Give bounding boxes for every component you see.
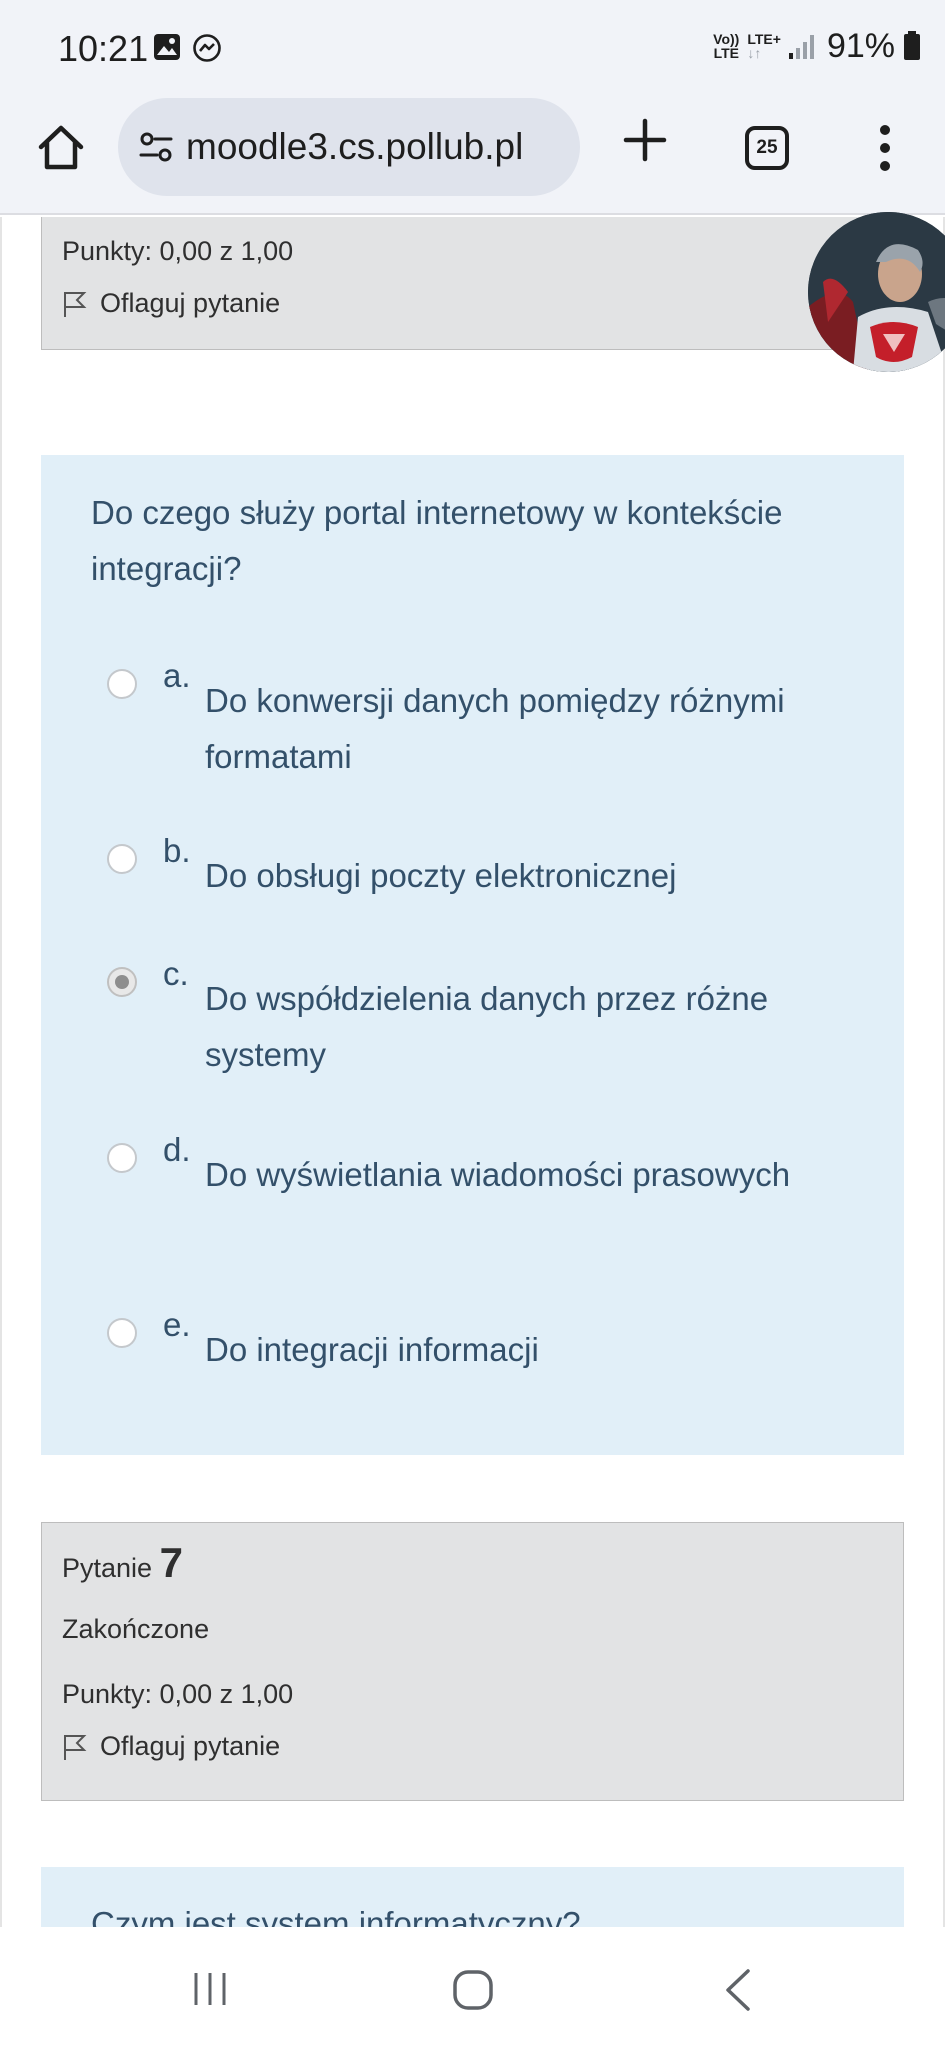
points-text: Punkty: 0,00 z 1,00 <box>62 236 294 266</box>
next-question-text: Czym jest system informatyczny? <box>91 1905 581 1927</box>
question-label: Pytanie <box>62 1553 153 1583</box>
tab-switcher-button[interactable]: 25 <box>745 126 789 170</box>
new-tab-icon[interactable] <box>620 115 670 165</box>
battery-icon <box>904 31 920 60</box>
url-text[interactable]: moodle3.cs.pollub.pl <box>186 126 523 168</box>
flag-question-link[interactable]: Oflaguj pytanie <box>62 288 280 319</box>
flag-icon <box>64 291 87 317</box>
lte-plus-indicator: LTE+ ↓↑ <box>747 31 781 61</box>
answer-text[interactable]: Do współdzielenia danych przez różne sys… <box>205 971 865 1083</box>
answer-text[interactable]: Do integracji informacji <box>205 1322 865 1378</box>
recent-apps-icon[interactable] <box>190 1969 230 2009</box>
answer-radio-b[interactable] <box>107 844 137 874</box>
site-settings-icon[interactable] <box>138 129 174 165</box>
status-time: 10:21 <box>58 28 149 69</box>
next-question-content: Czym jest system informatyczny? <box>41 1867 904 1927</box>
gallery-notification-icon <box>154 34 180 60</box>
flag-icon <box>64 1734 87 1760</box>
home-icon[interactable] <box>36 123 86 173</box>
system-navigation-bar <box>0 1927 945 2048</box>
answer-text[interactable]: Do konwersji danych pomiędzy różnymi for… <box>205 673 865 785</box>
answer-radio-d[interactable] <box>107 1143 137 1173</box>
messenger-icon <box>193 34 221 62</box>
answer-letter: c. <box>163 955 189 992</box>
moodle-quiz-page: Punkty: 0,00 z 1,00 Oflaguj pytanie Do c… <box>0 217 945 1927</box>
question-info-panel-previous: Punkty: 0,00 z 1,00 Oflaguj pytanie <box>41 217 904 350</box>
question-number: Pytanie 7 <box>62 1539 183 1587</box>
answer-letter: a. <box>163 657 191 694</box>
question-info-panel: Pytanie 7 Zakończone Punkty: 0,00 z 1,00… <box>41 1522 904 1801</box>
answer-radio-a[interactable] <box>107 669 137 699</box>
answer-radio-e[interactable] <box>107 1318 137 1348</box>
volte-indicator: Vo)) LTE <box>713 31 740 61</box>
answer-letter: e. <box>163 1306 191 1343</box>
more-menu-icon[interactable] <box>876 123 894 173</box>
flag-question-link[interactable]: Oflaguj pytanie <box>62 1731 280 1762</box>
question-state: Zakończone <box>62 1614 210 1644</box>
status-bar: 10:21 Vo)) LTE LTE+ ↓↑ 91% <box>0 0 945 95</box>
flag-label: Oflaguj pytanie <box>100 1731 281 1761</box>
answer-text[interactable]: Do obsługi poczty elektronicznej <box>205 848 865 904</box>
answer-letter: b. <box>163 832 191 869</box>
browser-toolbar: moodle3.cs.pollub.pl 25 <box>0 95 945 215</box>
answer-radio-c[interactable] <box>107 967 137 997</box>
page-border-left <box>0 217 2 1927</box>
battery-percent: 91% <box>826 26 895 65</box>
answer-text[interactable]: Do wyświetlania wiadomości prasowych <box>205 1147 865 1203</box>
question-text: Do czego służy portal internetowy w kont… <box>91 494 783 587</box>
question-content: Do czego służy portal internetowy w kont… <box>41 455 904 1455</box>
points-text: Punkty: 0,00 z 1,00 <box>62 1679 294 1709</box>
question-number-value: 7 <box>159 1539 183 1586</box>
flag-label: Oflaguj pytanie <box>100 288 281 318</box>
status-right: Vo)) LTE LTE+ ↓↑ 91% <box>713 24 921 68</box>
signal-icon <box>788 35 814 59</box>
answer-letter: d. <box>163 1131 191 1168</box>
back-icon[interactable] <box>722 1967 754 2013</box>
home-nav-icon[interactable] <box>452 1969 494 2011</box>
address-bar[interactable]: moodle3.cs.pollub.pl <box>118 98 580 196</box>
